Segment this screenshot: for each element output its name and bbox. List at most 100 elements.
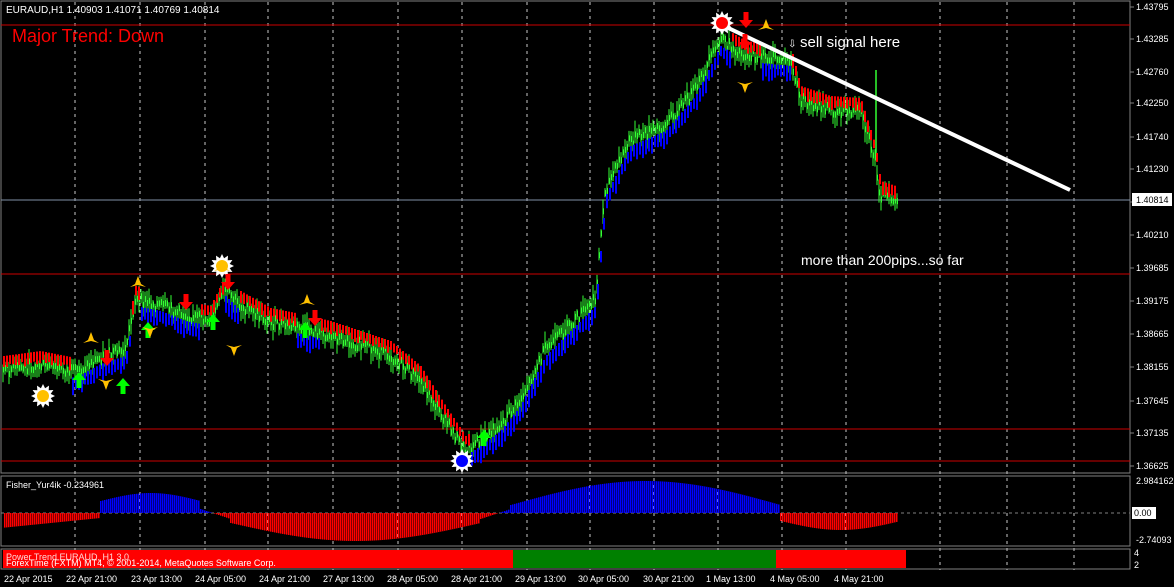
fisher-bar xyxy=(712,487,714,513)
trend-band-bar xyxy=(540,366,542,383)
trend-band-bar xyxy=(267,306,269,316)
candle-body xyxy=(754,56,756,63)
candle-body xyxy=(612,171,614,178)
fisher-bar xyxy=(368,513,370,541)
fisher-bar xyxy=(686,483,688,513)
fisher-bar xyxy=(28,513,30,526)
fisher-bar xyxy=(866,513,868,528)
fisher-bar xyxy=(82,513,84,520)
candle-body xyxy=(340,332,342,339)
trend-band-bar xyxy=(729,51,731,69)
star-signal-core xyxy=(456,455,468,467)
trend-band-bar xyxy=(891,184,893,196)
fisher-bar xyxy=(648,481,650,513)
arrow-up-icon xyxy=(206,314,220,330)
trend-band-bar xyxy=(45,352,47,363)
candle-body xyxy=(334,332,336,339)
fisher-bar xyxy=(142,493,144,513)
fisher-bar xyxy=(316,513,318,539)
fisher-bar xyxy=(818,513,820,529)
fisher-bar xyxy=(748,496,750,513)
candle-body xyxy=(696,84,698,91)
trend-band-bar xyxy=(324,319,326,332)
fisher-bar xyxy=(776,503,778,513)
candle-body xyxy=(26,368,28,375)
time-axis[interactable]: 22 Apr 2015 22 Apr 21:00 23 Apr 13:00 24 Ap… xyxy=(4,574,884,584)
candle-body xyxy=(768,57,770,64)
trend-band-bar xyxy=(330,321,332,335)
fisher-bar xyxy=(570,489,572,513)
fisher-bar xyxy=(668,481,670,513)
candle-body xyxy=(40,364,42,371)
trend-band-bar xyxy=(552,349,554,364)
fisher-bar xyxy=(730,491,732,513)
fisher-bar xyxy=(336,513,338,541)
candle-body xyxy=(522,393,524,400)
fisher-bar xyxy=(8,513,10,528)
trend-band-bar xyxy=(39,351,41,364)
fisher-bar xyxy=(746,495,748,513)
candle-body xyxy=(188,316,190,323)
trend-band-bar xyxy=(480,446,482,464)
trend-band-bar xyxy=(54,353,56,363)
trading-chart-window[interactable]: EURAUD,H1 1.40903 1.41071 1.40769 1.4081… xyxy=(0,0,1174,587)
candle-body xyxy=(590,303,592,310)
fisher-bar xyxy=(430,513,432,534)
fisher-bar xyxy=(68,513,70,522)
arrow-down-icon xyxy=(179,294,193,310)
candle-body xyxy=(526,384,528,391)
trend-band-bar xyxy=(876,153,878,162)
fisher-bar xyxy=(106,499,108,513)
fisher-bar xyxy=(248,513,250,528)
trend-band-bar xyxy=(114,359,116,373)
candle-body xyxy=(158,300,160,307)
fisher-bar xyxy=(14,513,16,527)
candle-body xyxy=(570,322,572,329)
candle-body xyxy=(504,419,506,426)
fisher-bar xyxy=(40,513,42,524)
candle-body xyxy=(878,189,880,196)
candle-body xyxy=(34,363,36,370)
trend-band-bar xyxy=(492,437,494,455)
fisher-bar xyxy=(354,513,356,541)
fisher-bar xyxy=(382,513,384,540)
fisher-bar xyxy=(550,494,552,513)
fisher-bar xyxy=(396,513,398,539)
fisher-bar xyxy=(700,485,702,513)
fisher-bar xyxy=(656,481,658,513)
price-axis[interactable]: 1.43795 1.43285 1.42760 1.42250 1.41740 1.412… xyxy=(1130,2,1169,471)
candle-body xyxy=(626,144,628,151)
fisher-bar xyxy=(618,482,620,513)
candle-body xyxy=(794,77,796,84)
fisher-bar xyxy=(236,513,238,525)
trend-band-bar xyxy=(864,110,866,122)
candle-body xyxy=(162,300,164,307)
trend-band-bar xyxy=(687,105,689,118)
trend-band-bar xyxy=(573,328,575,346)
fisher-bar xyxy=(292,513,294,536)
fisher-bar xyxy=(198,500,200,513)
fisher-bar xyxy=(566,490,568,513)
trend-band-bar xyxy=(450,413,452,427)
candle-body xyxy=(544,342,546,349)
fisher-bar xyxy=(220,513,222,516)
trend-band-bar xyxy=(180,319,182,335)
trend-band-bar xyxy=(609,188,611,201)
fisher-bar xyxy=(528,500,530,513)
trend-band-bar xyxy=(885,182,887,196)
fisher-bar xyxy=(458,513,460,528)
fisher-bar xyxy=(768,501,770,513)
current-price-value: 1.40814 xyxy=(1136,195,1169,205)
candle-body xyxy=(706,61,708,68)
fisher-bar xyxy=(838,513,840,530)
fisher-bar xyxy=(856,513,858,530)
fisher-bar xyxy=(814,513,816,528)
fisher-bar xyxy=(826,513,828,530)
candle-body xyxy=(896,198,898,205)
fisher-bar xyxy=(100,501,102,513)
trend-band-bar xyxy=(645,139,647,155)
fractal-up-icon xyxy=(130,276,146,287)
trend-band-bar xyxy=(840,96,842,107)
fisher-bar xyxy=(148,493,150,513)
candle-body xyxy=(318,328,320,335)
